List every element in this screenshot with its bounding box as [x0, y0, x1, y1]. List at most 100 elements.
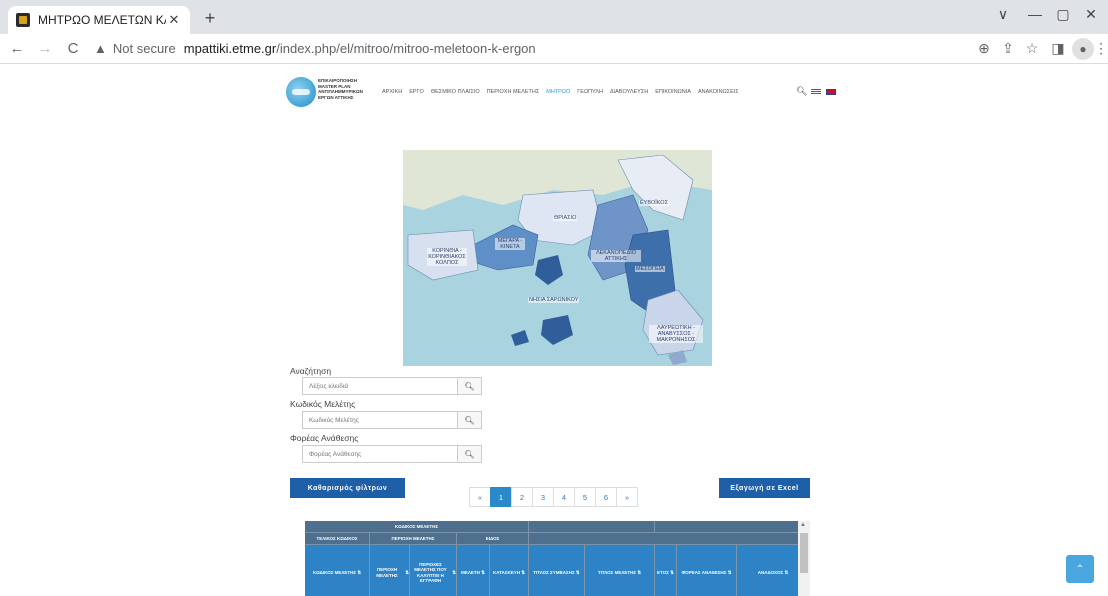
- back-to-top-button[interactable]: ⌃: [1066, 555, 1094, 583]
- nav-item-consultation[interactable]: ΔΙΑΒΟΥΛΕΥΣΗ: [610, 89, 648, 95]
- reload-button[interactable]: C: [62, 40, 84, 57]
- tab-close-icon[interactable]: ✕: [166, 12, 182, 28]
- forward-button[interactable]: →: [34, 40, 56, 57]
- nav-item-registry[interactable]: ΜΗΤΡΩΟ: [546, 89, 570, 95]
- scroll-up-icon[interactable]: ▲: [800, 522, 806, 528]
- search-icon: 🔍︎: [464, 449, 475, 459]
- sort-icon: ⇅: [521, 569, 526, 575]
- search-label: Αναζήτηση: [290, 366, 332, 376]
- agency-search-button[interactable]: 🔍︎: [458, 445, 482, 463]
- url-host: mpattiki.etme.gr: [183, 41, 277, 56]
- pagination-page-6[interactable]: 6: [595, 487, 617, 507]
- sort-icon: ⇅: [784, 569, 789, 575]
- map-label-megara: ΜΕΓΑΡΑ - ΚΙΝΕΤΑ: [495, 238, 525, 250]
- nav-item-home[interactable]: ΑΡΧΙΚΗ: [382, 89, 402, 95]
- column-header-construction[interactable]: ΚΑΤΑΣΚΕΥΗ ⇅: [490, 545, 529, 596]
- clear-filters-button[interactable]: Καθαρισμός φίλτρων: [290, 478, 405, 498]
- main-nav: ΑΡΧΙΚΗ ΕΡΓΟ ΘΕΣΜΙΚΟ ΠΛΑΙΣΙΟ ΠΕΡΙΟΧΗ ΜΕΛΕ…: [382, 89, 739, 95]
- pagination-page-4[interactable]: 4: [553, 487, 575, 507]
- header-group-empty-2: [655, 521, 810, 533]
- study-code-input[interactable]: [302, 411, 458, 429]
- pagination-page-1[interactable]: 1: [490, 487, 512, 507]
- agency-input[interactable]: [302, 445, 458, 463]
- pagination: « 1 2 3 4 5 6 »: [469, 487, 638, 507]
- menu-icon[interactable]: ⋮: [1094, 40, 1108, 57]
- column-header-year[interactable]: ΕΤΟΣ ⇅: [655, 545, 677, 596]
- header-group-empty-1: [529, 521, 655, 533]
- pagination-next[interactable]: »: [616, 487, 638, 507]
- column-header-study-title[interactable]: ΤΙΤΛΟΣ ΜΕΛΕΤΗΣ ⇅: [585, 545, 655, 596]
- greek-flag-icon[interactable]: [811, 89, 821, 95]
- back-button[interactable]: ←: [6, 40, 28, 57]
- agency-label: Φορέας Ανάθεσης: [290, 433, 359, 443]
- minimize-button[interactable]: —: [1020, 6, 1050, 22]
- browser-tab[interactable]: ΜΗΤΡΩΟ ΜΕΛΕΤΩΝ ΚΑΙ ΕΡΓΩΝ ✕: [8, 6, 190, 34]
- nav-item-project[interactable]: ΕΡΓΟ: [409, 89, 424, 95]
- nav-item-announcements[interactable]: ΑΝΑΚΟΙΝΩΣΕΙΣ: [698, 89, 739, 95]
- nav-item-geoportal[interactable]: ΓΕΩΠΥΛΗ: [577, 89, 603, 95]
- study-code-label: Κωδικός Μελέτης: [290, 399, 356, 409]
- site-logo-icon[interactable]: [286, 77, 316, 107]
- search-input[interactable]: [302, 377, 458, 395]
- nav-item-contact[interactable]: ΕΠΙΚΟΙΝΩΝΙΑ: [655, 89, 691, 95]
- header-group-study-code: ΚΩΔΙΚΟΣ ΜΕΛΕΤΗΣ: [305, 521, 529, 533]
- bookmark-star-icon[interactable]: ☆: [1022, 40, 1042, 57]
- share-icon[interactable]: ⇪: [998, 40, 1018, 57]
- page-content: ΕΠΙΚΑΙΡΟΠΟΙΗΣΗ MASTER PLAN ΑΝΤΙΠΛΗΜΜΥΡΙΚ…: [0, 65, 1108, 596]
- table-scrollbar[interactable]: ▲: [798, 521, 810, 596]
- pagination-prev[interactable]: «: [469, 487, 491, 507]
- search-button[interactable]: 🔍︎: [458, 377, 482, 395]
- window-close-button[interactable]: ✕: [1076, 6, 1106, 23]
- map-label-korinthia: ΚΟΡΙΝΘΙΑ - ΚΟΡΙΝΘΙΑΚΟΣ ΚΟΛΠΟΣ: [427, 248, 467, 266]
- nav-item-study-area[interactable]: ΠΕΡΙΟΧΗ ΜΕΛΕΤΗΣ: [487, 89, 540, 95]
- column-header-study-area[interactable]: ΠΕΡΙΟΧΗ ΜΕΛΕΤΗΣ ⇅: [370, 545, 410, 596]
- tab-title: ΜΗΤΡΩΟ ΜΕΛΕΤΩΝ ΚΑΙ ΕΡΓΩΝ: [38, 13, 166, 27]
- browser-tab-bar: ΜΗΤΡΩΟ ΜΕΛΕΤΩΝ ΚΑΙ ΕΡΓΩΝ ✕ + ∨ — ▢ ✕: [0, 0, 1108, 34]
- sort-icon: ⇅: [481, 569, 485, 575]
- address-bar[interactable]: ▲ Not secure mpattiki.etme.gr /index.php…: [94, 41, 536, 56]
- scrollbar-thumb[interactable]: [800, 533, 808, 573]
- nav-item-legal[interactable]: ΘΕΣΜΙΚΟ ΠΛΑΙΣΙΟ: [431, 89, 480, 95]
- header-study-area: ΠΕΡΙΟΧΗ ΜΕΛΕΤΗΣ: [370, 533, 457, 545]
- pagination-page-3[interactable]: 3: [532, 487, 554, 507]
- study-code-search-button[interactable]: 🔍︎: [458, 411, 482, 429]
- map-label-lavreotiki: ΛΑΥΡΕΩΤΙΚΗ - ΑΝΑΒΥΣΣΟΣ - ΜΑΚΡΟΝΗΣΟΣ: [649, 325, 703, 343]
- site-logo-text: ΕΠΙΚΑΙΡΟΠΟΙΗΣΗ MASTER PLAN ΑΝΤΙΠΛΗΜΜΥΡΙΚ…: [318, 78, 363, 100]
- map-label-nisia: ΝΗΣΙΑ ΣΑΡΩΝΙΚΟΥ: [528, 297, 580, 303]
- column-header-contract-title[interactable]: ΤΙΤΛΟΣ ΣΥΜΒΑΣΗΣ ⇅: [529, 545, 585, 596]
- sort-icon: ⇅: [727, 569, 732, 575]
- map-label-thriasio: ΘΡΙΑΣΙΟ: [553, 215, 578, 221]
- column-header-agency[interactable]: ΦΟΡΕΑΣ ΑΝΑΘΕΣΗΣ ⇅: [677, 545, 737, 596]
- sort-icon: ⇅: [670, 569, 674, 575]
- pagination-page-2[interactable]: 2: [511, 487, 533, 507]
- column-header-coverage[interactable]: ΠΕΡΙΟΧΕΣ ΜΕΛΕΤΗΣ ΠΟΥ ΚΑΛΥΠΤΕΙ Η ΕΓΓΡΑΦΗ …: [410, 545, 457, 596]
- sort-icon: ⇅: [452, 569, 456, 575]
- search-icon: 🔍︎: [464, 381, 475, 391]
- search-icon: 🔍︎: [464, 415, 475, 425]
- new-tab-button[interactable]: +: [200, 8, 220, 29]
- header-type: ΕΙΔΟΣ: [457, 533, 529, 545]
- zoom-icon[interactable]: ⊕: [974, 40, 994, 57]
- sort-icon: ⇅: [637, 569, 642, 575]
- column-header-study[interactable]: ΜΕΛΕΤΗ ⇅: [457, 545, 490, 596]
- sort-icon: ⇅: [405, 569, 409, 575]
- site-favicon-icon: [16, 13, 30, 27]
- header-final-code: ΤΕΛΙΚΟΣ ΚΩΔΙΚΟΣ: [305, 533, 370, 545]
- url-path: /index.php/el/mitroo/mitroo-meletoon-k-e…: [276, 41, 536, 56]
- profile-avatar-icon[interactable]: ●: [1072, 38, 1094, 60]
- map-label-mesogeia: ΜΕΣΟΓΕΙΑ: [635, 266, 665, 272]
- pagination-page-5[interactable]: 5: [574, 487, 596, 507]
- tab-search-chevron-icon[interactable]: ∨: [988, 6, 1018, 23]
- sort-icon: ⇅: [357, 569, 362, 575]
- registry-table: ΚΩΔΙΚΟΣ ΜΕΛΕΤΗΣ ΤΕΛΙΚΟΣ ΚΩΔΙΚΟΣ ΠΕΡΙΟΧΗ …: [305, 521, 810, 596]
- map-label-lekanopedio: ΛΕΚΑΝΟΠΕΔΙΟ ΑΤΤΙΚΗΣ: [591, 250, 641, 262]
- side-panel-icon[interactable]: ◨: [1048, 40, 1068, 57]
- browser-toolbar: ← → C ▲ Not secure mpattiki.etme.gr /ind…: [0, 34, 1108, 64]
- uk-flag-icon[interactable]: [826, 89, 836, 95]
- site-search-icon[interactable]: 🔍︎: [796, 86, 807, 97]
- restore-button[interactable]: ▢: [1048, 6, 1078, 23]
- export-excel-button[interactable]: Εξαγωγή σε Excel: [719, 478, 810, 498]
- sort-icon: ⇅: [575, 569, 580, 575]
- study-area-map[interactable]: ΕΥΒΟΪΚΟΣ ΘΡΙΑΣΙΟ ΜΕΓΑΡΑ - ΚΙΝΕΤΑ ΚΟΡΙΝΘΙ…: [403, 150, 712, 366]
- column-header-study-code[interactable]: ΚΩΔΙΚΟΣ ΜΕΛΕΤΗΣ ⇅: [305, 545, 370, 596]
